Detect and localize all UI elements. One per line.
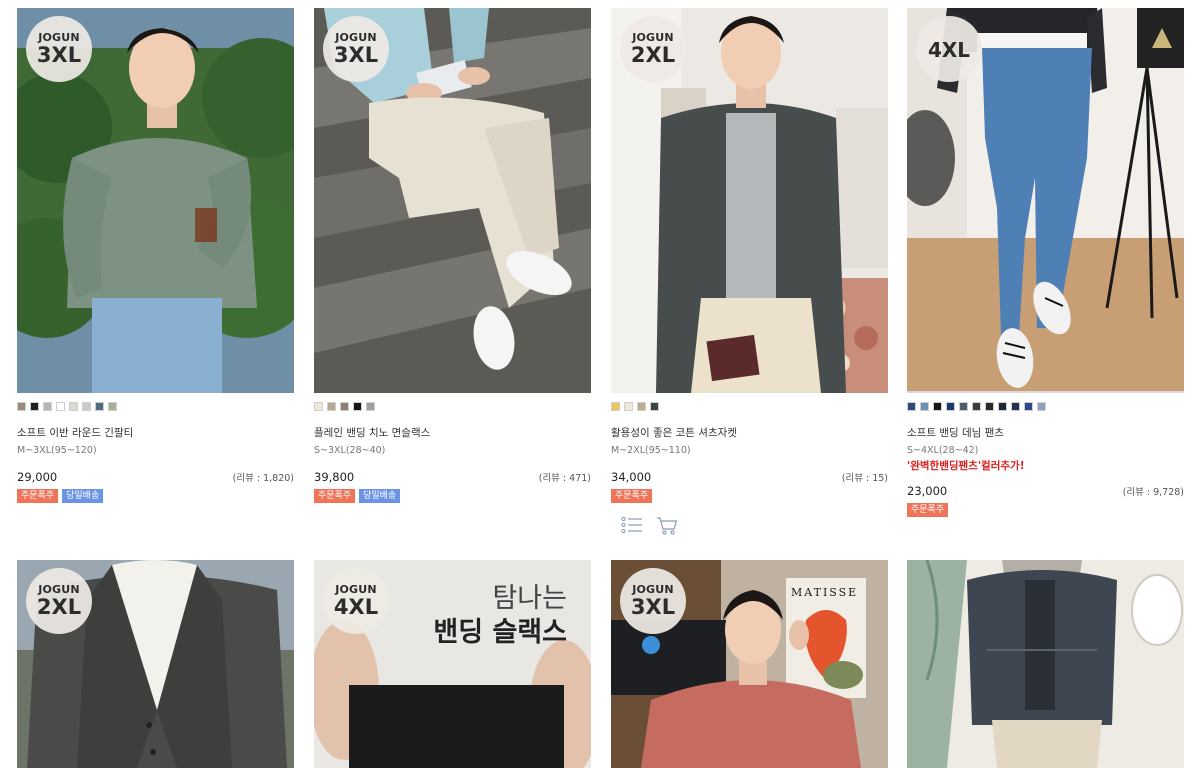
badge-size: 3XL xyxy=(630,595,676,619)
cart-icon[interactable] xyxy=(656,516,678,539)
color-swatches xyxy=(611,402,888,411)
product-card: JOGUN 3XL 소프트 이반 라운드 긴팔티 M~3XL(95~120) 2… xyxy=(17,8,294,503)
image-caption: 탐나는 밴딩 슬랙스 xyxy=(433,582,567,650)
product-card: JOGUN 3XL 플레인 밴딩 치노 면슬랙스 S~3XL(28~40) 39… xyxy=(314,8,591,503)
badge-brand: JOGUN xyxy=(632,31,674,44)
product-size-range: M~3XL(95~120) xyxy=(17,445,97,456)
size-badge: JOGUN 4XL xyxy=(323,568,389,634)
color-swatch[interactable] xyxy=(95,402,104,411)
color-swatch[interactable] xyxy=(985,402,994,411)
product-name[interactable]: 소프트 이반 라운드 긴팔티 xyxy=(17,427,294,440)
product-name[interactable]: 활용성이 좋은 코튼 셔츠자켓 xyxy=(611,427,888,440)
product-price: 39,800 xyxy=(314,470,355,484)
color-swatch[interactable] xyxy=(353,402,362,411)
product-card: 4XL 소프트 밴딩 데님 팬츠 S~4XL(28~42) '완벽한밴딩팬츠'컬… xyxy=(907,8,1184,517)
badge-brand: JOGUN xyxy=(335,31,377,44)
color-swatch[interactable] xyxy=(946,402,955,411)
size-badge: JOGUN 3XL xyxy=(620,568,686,634)
product-image[interactable]: JOGUN 3XL xyxy=(314,8,591,393)
color-swatch[interactable] xyxy=(56,402,65,411)
color-swatch[interactable] xyxy=(998,402,1007,411)
color-swatch[interactable] xyxy=(366,402,375,411)
color-swatch[interactable] xyxy=(43,402,52,411)
product-image[interactable]: 탐나는 밴딩 슬랙스 JOGUN 4XL xyxy=(314,560,591,768)
product-image[interactable]: JOGUN 2XL xyxy=(17,560,294,768)
product-image[interactable] xyxy=(907,560,1184,768)
color-swatch[interactable] xyxy=(611,402,620,411)
color-swatch[interactable] xyxy=(959,402,968,411)
color-swatch[interactable] xyxy=(933,402,942,411)
product-size-range: S~3XL(28~40) xyxy=(314,445,386,456)
color-swatch[interactable] xyxy=(637,402,646,411)
product-card: 탐나는 밴딩 슬랙스 JOGUN 4XL xyxy=(314,560,591,768)
color-swatch[interactable] xyxy=(907,402,916,411)
review-count: (리뷰 : 15) xyxy=(841,473,888,484)
product-image[interactable]: JOGUN 2XL xyxy=(611,8,888,393)
size-badge: JOGUN 2XL xyxy=(26,568,92,634)
tag-order-rush[interactable]: 주문폭주 xyxy=(611,489,653,503)
product-name[interactable]: 소프트 밴딩 데님 팬츠 xyxy=(907,427,1184,440)
image-caption-line2: 밴딩 슬랙스 xyxy=(433,616,567,648)
tag-order-rush[interactable]: 주문폭주 xyxy=(907,503,949,517)
badge-brand: JOGUN xyxy=(38,31,80,44)
color-swatch[interactable] xyxy=(82,402,91,411)
color-swatch[interactable] xyxy=(327,402,336,411)
badge-brand: JOGUN xyxy=(335,583,377,596)
color-swatch[interactable] xyxy=(972,402,981,411)
size-badge: JOGUN 2XL xyxy=(620,16,686,82)
badge-size: 2XL xyxy=(630,43,676,67)
badge-size: 2XL xyxy=(36,595,82,619)
product-photo xyxy=(907,560,1184,768)
color-swatch[interactable] xyxy=(1037,402,1046,411)
color-swatch[interactable] xyxy=(920,402,929,411)
badge-size: 3XL xyxy=(333,43,379,67)
color-swatches xyxy=(314,402,591,411)
product-image[interactable]: 4XL xyxy=(907,8,1184,393)
color-swatch[interactable] xyxy=(108,402,117,411)
color-swatch[interactable] xyxy=(314,402,323,411)
color-swatch[interactable] xyxy=(1011,402,1020,411)
badge-size: 4XL xyxy=(927,38,971,62)
product-card: JOGUN 2XL xyxy=(17,560,294,768)
review-count: (리뷰 : 1,820) xyxy=(232,473,294,484)
review-count: (리뷰 : 9,728) xyxy=(1122,487,1184,498)
product-card: MATISSE JOGUN 3XL xyxy=(611,560,888,768)
color-swatch[interactable] xyxy=(650,402,659,411)
badge-size: 4XL xyxy=(333,595,379,619)
product-name[interactable]: 플레인 밴딩 치노 면슬랙스 xyxy=(314,427,591,440)
color-swatch[interactable] xyxy=(69,402,78,411)
product-price: 34,000 xyxy=(611,470,652,484)
tag-order-rush[interactable]: 주문폭주 xyxy=(314,489,356,503)
review-count: (리뷰 : 471) xyxy=(538,473,591,484)
image-caption: MATISSE xyxy=(791,586,859,599)
color-swatches xyxy=(17,402,294,411)
product-price: 23,000 xyxy=(907,484,948,498)
product-size-range: S~4XL(28~42) xyxy=(907,445,979,456)
color-swatches xyxy=(907,402,1184,411)
size-badge: JOGUN 3XL xyxy=(323,16,389,82)
badge-size: 3XL xyxy=(36,43,82,67)
color-swatch[interactable] xyxy=(624,402,633,411)
badge-brand: JOGUN xyxy=(632,583,674,596)
list-icon[interactable] xyxy=(621,516,643,539)
color-swatch[interactable] xyxy=(1024,402,1033,411)
color-swatch[interactable] xyxy=(17,402,26,411)
product-image[interactable]: MATISSE JOGUN 3XL xyxy=(611,560,888,768)
tag-same-day-delivery[interactable]: 당일배송 xyxy=(62,489,104,503)
image-caption-line1: 탐나는 xyxy=(492,583,567,614)
product-card: JOGUN 2XL 활용성이 좋은 코튼 셔츠자켓 M~2XL(95~110) … xyxy=(611,8,888,539)
tag-order-rush[interactable]: 주문폭주 xyxy=(17,489,59,503)
size-badge: 4XL xyxy=(916,16,982,82)
product-card xyxy=(907,560,1184,768)
product-image[interactable]: JOGUN 3XL xyxy=(17,8,294,393)
product-size-range: M~2XL(95~110) xyxy=(611,445,691,456)
product-price: 29,000 xyxy=(17,470,58,484)
badge-brand: JOGUN xyxy=(38,583,80,596)
size-badge: JOGUN 3XL xyxy=(26,16,92,82)
color-swatch[interactable] xyxy=(30,402,39,411)
promo-text: '완벽한밴딩팬츠'컬러추가! xyxy=(907,460,1025,472)
tag-same-day-delivery[interactable]: 당일배송 xyxy=(359,489,401,503)
color-swatch[interactable] xyxy=(340,402,349,411)
